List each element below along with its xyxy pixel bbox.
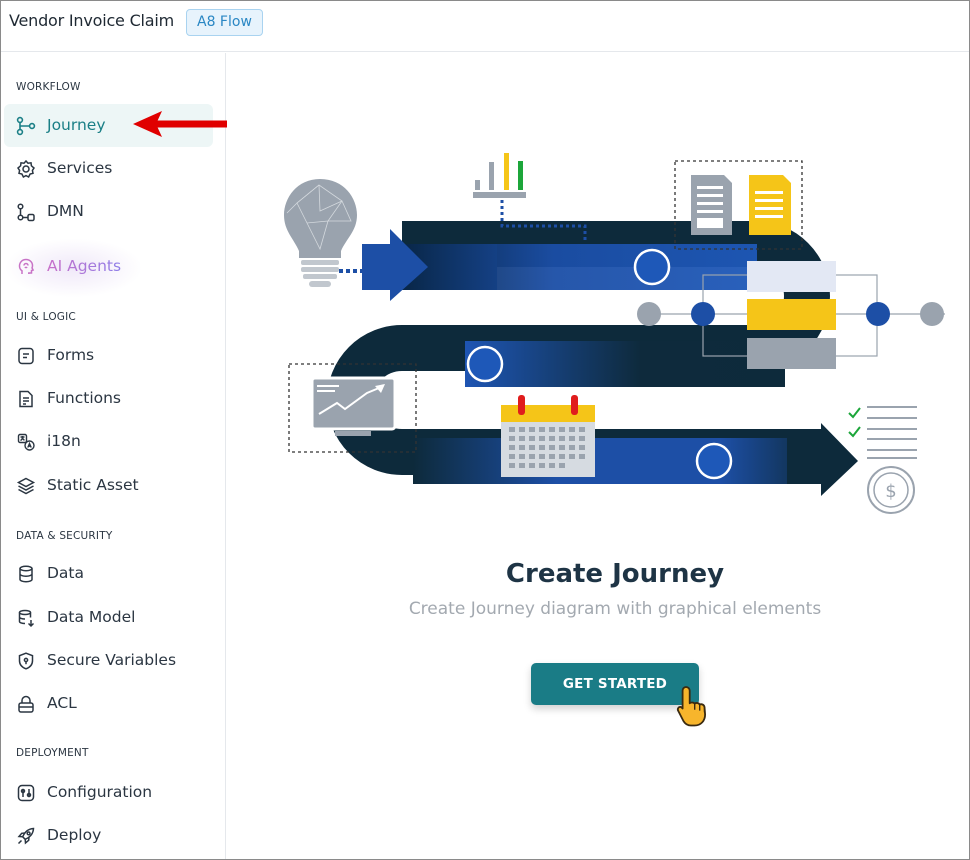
sidebar-item-ai-agents[interactable]: AI Agents [4, 245, 213, 288]
sidebar-item-label: ACL [47, 694, 77, 712]
section-title-ui-logic: UI & LOGIC [16, 311, 76, 323]
function-icon [19, 390, 33, 408]
sidebar-item-data-model[interactable]: Data Model [4, 596, 213, 639]
page-title: Create Journey [505, 559, 725, 589]
sidebar-item-acl[interactable]: ACL [4, 682, 213, 725]
sliders-icon [17, 784, 35, 802]
gear-icon [17, 159, 35, 179]
lightbulb-icon [284, 179, 363, 287]
sidebar-item-deploy[interactable]: Deploy [4, 814, 213, 857]
svg-text:$: $ [885, 481, 896, 502]
journey-illustration: $ [284, 153, 945, 514]
app-title: Vendor Invoice Claim [9, 11, 175, 30]
sidebar-item-label: Services [47, 159, 113, 177]
checklist-icon [848, 406, 917, 459]
sidebar-item-secure-variables[interactable]: Secure Variables [4, 639, 213, 682]
dmn-icon [17, 203, 35, 222]
form-icon [18, 347, 34, 365]
ai-head-icon [18, 258, 35, 274]
section-title-workflow: WORKFLOW [16, 81, 81, 93]
sidebar-item-functions[interactable]: Functions [4, 377, 213, 420]
sidebar-item-label: Data [47, 564, 85, 582]
hand-pointer-icon [676, 686, 706, 727]
sidebar-item-label: Journey [47, 116, 106, 134]
database-icon [19, 565, 33, 583]
flow-badge[interactable]: A8 Flow [186, 9, 263, 36]
layers-icon [16, 477, 36, 495]
page-subtitle: Create Journey diagram with graphical el… [408, 599, 822, 619]
sidebar-item-label: Configuration [47, 783, 153, 801]
sidebar-item-configuration[interactable]: Configuration [4, 771, 213, 814]
sidebar: WORKFLOW Journey Services DMN AI Agents … [1, 53, 226, 859]
journey-icon [16, 116, 36, 136]
top-header: Vendor Invoice Claim A8 Flow [1, 1, 969, 52]
rocket-icon [17, 827, 35, 845]
dollar-coin-icon: $ [867, 466, 915, 514]
sidebar-item-label: Secure Variables [47, 651, 177, 669]
sidebar-item-label: AI Agents [47, 257, 122, 275]
sidebar-item-static-asset[interactable]: Static Asset [4, 464, 213, 507]
sidebar-item-forms[interactable]: Forms [4, 334, 213, 377]
sidebar-item-label: Forms [47, 346, 95, 364]
sidebar-item-dmn[interactable]: DMN [4, 190, 213, 233]
sidebar-item-label: Deploy [47, 826, 102, 844]
sidebar-item-i18n[interactable]: i18n [4, 420, 213, 463]
lock-icon [18, 695, 34, 713]
sidebar-item-label: Data Model [47, 608, 136, 626]
app-window: Vendor Invoice Claim A8 Flow WORKFLOW Jo… [0, 0, 970, 860]
sidebar-item-data[interactable]: Data [4, 552, 213, 595]
section-title-deployment: DEPLOYMENT [16, 747, 89, 759]
main-content: $ Create Journey Create Journey diagram … [227, 53, 969, 859]
sidebar-item-label: Functions [47, 389, 122, 407]
shield-icon [18, 652, 34, 670]
calendar-icon [501, 395, 595, 477]
sidebar-item-label: DMN [47, 202, 84, 220]
sidebar-item-services[interactable]: Services [4, 147, 213, 190]
data-model-icon [18, 609, 35, 628]
translate-icon [17, 433, 35, 451]
sidebar-item-label: i18n [47, 432, 81, 450]
sidebar-item-label: Static Asset [47, 476, 139, 494]
section-title-data-security: DATA & SECURITY [16, 530, 113, 542]
